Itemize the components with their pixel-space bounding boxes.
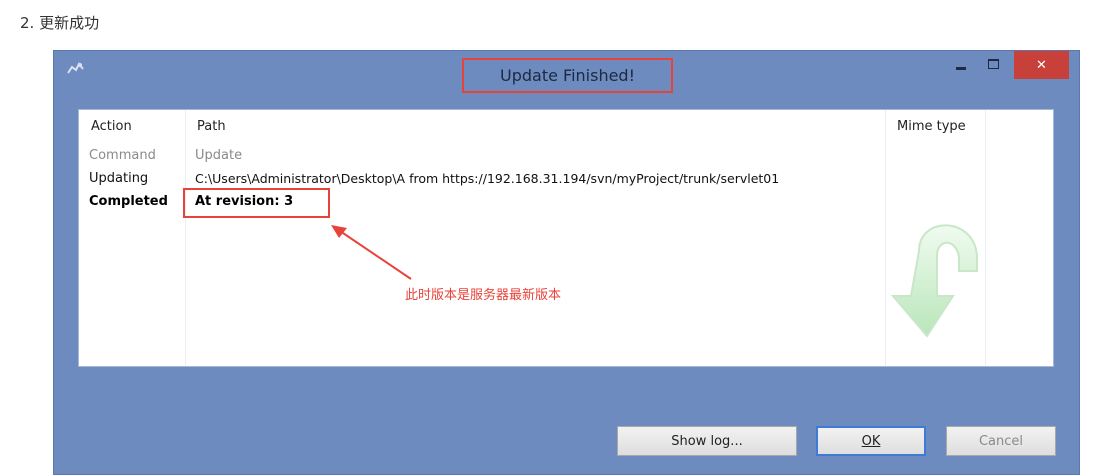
tortoise-svn-icon — [67, 62, 84, 74]
update-dialog: Update Finished! ✕ Action Path Mime type… — [53, 50, 1080, 475]
ok-button[interactable]: OK — [816, 426, 926, 456]
row-action: Completed — [89, 194, 168, 209]
revision-highlight-box — [183, 188, 330, 218]
annotation-text: 此时版本是服务器最新版本 — [405, 288, 562, 303]
column-header-mime-type[interactable]: Mime type — [885, 110, 985, 142]
close-button[interactable]: ✕ — [1014, 51, 1069, 79]
close-icon: ✕ — [1036, 57, 1047, 73]
window-title: Update Finished! — [500, 66, 635, 85]
column-divider — [185, 110, 186, 366]
show-log-button[interactable]: Show log... — [617, 426, 797, 456]
annotation-arrow-icon — [331, 225, 412, 280]
update-log-list[interactable]: Action Path Mime type Command Update Upd… — [78, 109, 1054, 367]
title-highlight-box: Update Finished! — [462, 58, 673, 93]
row-path: C:\Users\Administrator\Desktop\A from ht… — [195, 171, 780, 186]
step-heading: 2. 更新成功 — [20, 14, 100, 32]
title-bar[interactable]: Update Finished! ✕ — [54, 51, 1079, 93]
maximize-button[interactable] — [980, 51, 1007, 77]
column-header-path[interactable]: Path — [185, 110, 885, 142]
maximize-icon — [988, 59, 999, 69]
update-arrow-icon — [890, 224, 978, 338]
row-path: Update — [195, 148, 243, 163]
cancel-label: Cancel — [978, 433, 1024, 449]
show-log-label: Show log... — [671, 433, 743, 449]
minimize-icon — [955, 66, 966, 70]
ok-label: OK — [861, 433, 881, 449]
row-action: Updating — [89, 171, 149, 186]
cancel-button[interactable]: Cancel — [946, 426, 1056, 456]
minimize-button[interactable] — [947, 51, 974, 77]
row-action: Command — [89, 148, 156, 163]
column-header-action[interactable]: Action — [79, 110, 185, 142]
